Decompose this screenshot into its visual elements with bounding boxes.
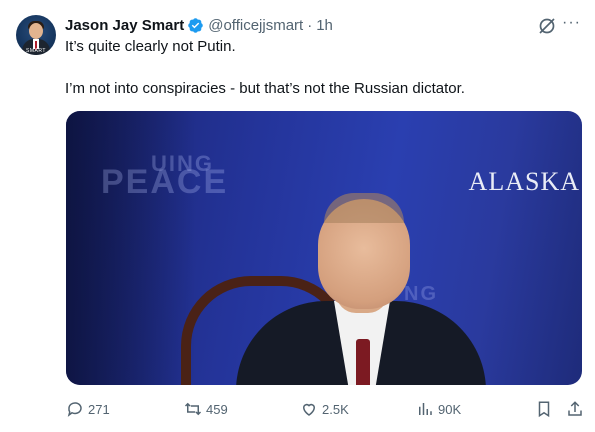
views-count: 90K (438, 401, 462, 417)
timestamp[interactable]: 1h (316, 17, 333, 34)
reply-icon (67, 402, 82, 417)
avatar-face (29, 23, 43, 39)
repost-icon (184, 402, 202, 416)
author-name[interactable]: Jason Jay Smart (65, 17, 184, 34)
grok-icon[interactable] (537, 16, 557, 36)
views-icon (419, 403, 432, 415)
reply-count: 271 (88, 401, 110, 417)
share-icon (568, 401, 582, 416)
share-button[interactable] (566, 400, 588, 418)
repost-count: 459 (206, 401, 228, 417)
tweet-header: Jason Jay Smart @officejjsmart · 1h (65, 15, 333, 35)
avatar[interactable]: SMART (16, 15, 56, 55)
tweet-text-line-2: I’m not into conspiracies - but that’s n… (65, 80, 465, 97)
like-count: 2.5K (322, 401, 349, 417)
person-hair (324, 193, 404, 223)
person-tie (356, 339, 370, 385)
separator-dot: · (307, 16, 313, 34)
avatar-caption: SMART (26, 48, 46, 54)
reply-button[interactable]: 271 (66, 400, 110, 418)
views-button[interactable]: 90K (416, 400, 461, 418)
backdrop-location-text: ALASKA (468, 167, 580, 196)
bookmark-icon (538, 401, 550, 418)
verified-icon[interactable] (187, 17, 204, 34)
author-handle[interactable]: @officejjsmart (208, 17, 303, 34)
backdrop-text-2: PEACE (101, 163, 229, 201)
like-button[interactable]: 2.5K (300, 400, 349, 418)
more-icon[interactable]: ··· (562, 14, 581, 32)
repost-button[interactable]: 459 (184, 400, 228, 418)
media-image[interactable]: UING PEACE NG ALASKA (66, 111, 582, 385)
like-icon (302, 403, 316, 416)
tweet-text-line-1: It’s quite clearly not Putin. (65, 38, 236, 55)
bookmark-button[interactable] (535, 400, 557, 418)
action-bar: 271 459 2.5K 90K (0, 400, 595, 422)
